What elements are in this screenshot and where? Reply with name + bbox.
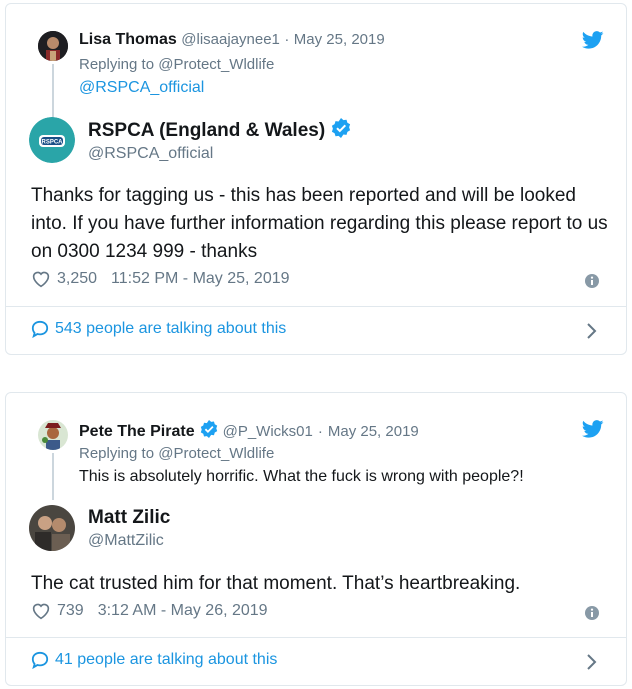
embedded-tweet-card-1[interactable]: Lisa Thomas @lisaajaynee1 · May 25, 2019… <box>5 3 627 355</box>
info-icon[interactable] <box>584 273 600 294</box>
talking-count-text[interactable]: 41 people are talking about this <box>55 651 277 669</box>
replying-to-line: Replying to @Protect_Wldlife <box>79 445 274 462</box>
context-date[interactable]: May 25, 2019 <box>294 31 385 48</box>
matt-zilic-avatar[interactable] <box>29 505 75 551</box>
replying-to-label: Replying to <box>79 56 155 73</box>
embedded-tweet-card-2[interactable]: Pete The Pirate @P_Wicks01 · May 25, 201… <box>5 392 627 686</box>
speech-bubble-icon <box>31 651 49 669</box>
replying-to-label: Replying to <box>79 445 155 462</box>
replying-to-line: Replying to @Protect_Wldlife <box>79 56 274 73</box>
context-header: Pete The Pirate @P_Wicks01 · May 25, 201… <box>79 420 419 443</box>
author-handle[interactable]: @MattZilic <box>88 532 164 550</box>
context-date[interactable]: May 25, 2019 <box>328 423 419 440</box>
author-name[interactable]: Matt Zilic <box>88 507 170 529</box>
talking-count-text[interactable]: 543 people are talking about this <box>55 320 286 338</box>
replying-to-handle[interactable]: @Protect_Wldlife <box>158 56 274 73</box>
divider <box>6 637 626 638</box>
rspca-avatar[interactable]: RSPCA <box>29 117 75 163</box>
replying-to-handle[interactable]: @Protect_Wldlife <box>158 445 274 462</box>
author-name[interactable]: RSPCA (England & Wales) <box>88 120 325 142</box>
twitter-bird-icon[interactable] <box>581 31 604 54</box>
info-icon[interactable] <box>584 605 600 626</box>
author-handle[interactable]: @RSPCA_official <box>88 145 213 163</box>
tweet-text: Thanks for tagging us - this has been re… <box>31 185 608 262</box>
conversation-link[interactable]: 543 people are talking about this <box>31 320 286 338</box>
twitter-bird-icon[interactable] <box>581 420 604 443</box>
pete-the-pirate-avatar[interactable] <box>38 420 68 450</box>
verified-badge-icon <box>331 118 351 143</box>
tweet-timestamp[interactable]: 3:12 AM - May 26, 2019 <box>98 602 268 620</box>
like-count[interactable]: 3,250 <box>57 270 97 288</box>
context-author-handle[interactable]: @lisaajaynee1 <box>181 31 280 48</box>
thread-line <box>52 453 54 500</box>
speech-bubble-icon <box>31 320 49 338</box>
tweet-meta-row: 3,250 11:52 PM - May 25, 2019 <box>31 270 290 288</box>
heart-icon[interactable] <box>31 602 51 620</box>
context-author-name[interactable]: Lisa Thomas <box>79 31 177 48</box>
separator-dot: · <box>317 423 323 440</box>
heart-icon[interactable] <box>31 270 51 288</box>
tweet-text: The cat trusted him for that moment. Tha… <box>31 573 521 594</box>
separator-dot: · <box>284 31 290 48</box>
context-author-handle[interactable]: @P_Wicks01 <box>223 423 313 440</box>
conversation-link[interactable]: 41 people are talking about this <box>31 651 277 669</box>
like-count[interactable]: 739 <box>57 602 84 620</box>
tweet-meta-row: 739 3:12 AM - May 26, 2019 <box>31 602 268 620</box>
quoted-reply-text: This is absolutely horrific. What the fu… <box>79 468 524 485</box>
thread-line <box>52 64 54 119</box>
chevron-right-icon[interactable] <box>586 653 598 676</box>
author-name-row: RSPCA (England & Wales) <box>88 118 351 143</box>
divider <box>6 306 626 307</box>
context-author-name[interactable]: Pete The Pirate <box>79 423 195 441</box>
verified-badge-icon <box>200 420 218 443</box>
context-header: Lisa Thomas @lisaajaynee1 · May 25, 2019 <box>79 31 385 49</box>
rspca-logo-text: RSPCA <box>41 140 63 146</box>
tweet-timestamp[interactable]: 11:52 PM - May 25, 2019 <box>111 270 289 288</box>
lisa-thomas-avatar[interactable] <box>38 31 68 61</box>
mention-link[interactable]: @RSPCA_official <box>79 79 204 97</box>
chevron-right-icon[interactable] <box>586 322 598 345</box>
